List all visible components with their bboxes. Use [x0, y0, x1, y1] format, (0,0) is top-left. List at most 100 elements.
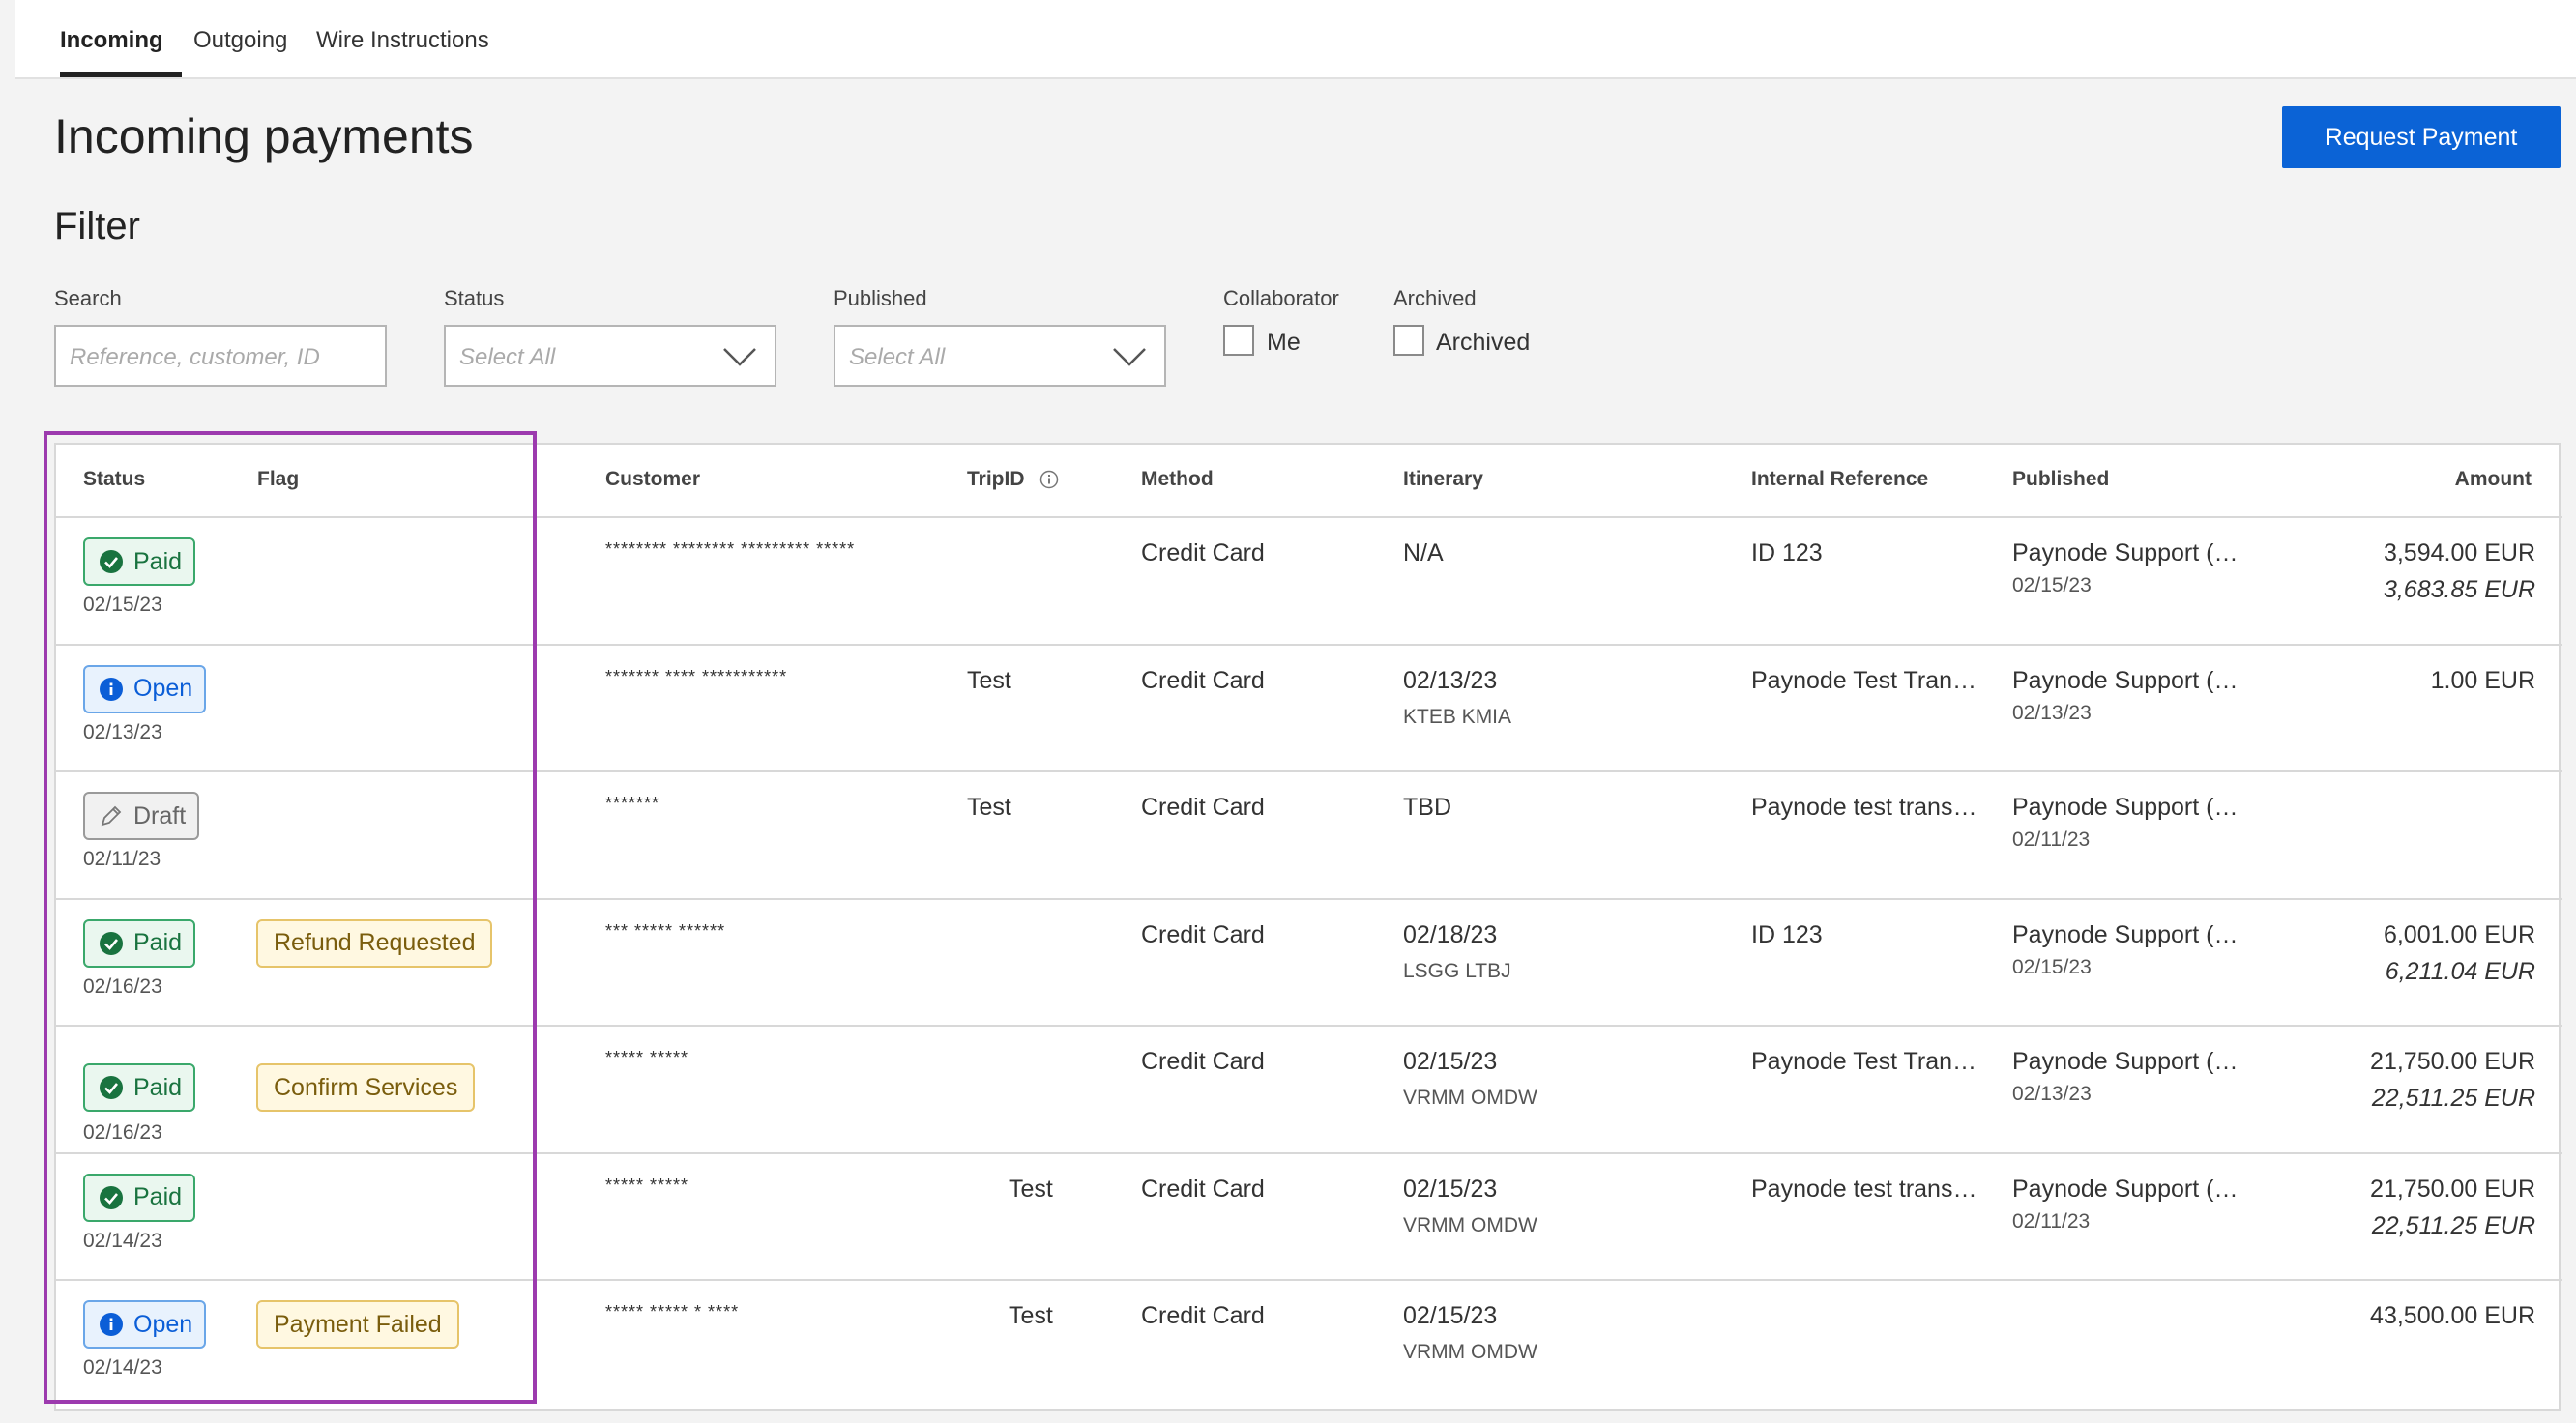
method-cell: Credit Card [1141, 1048, 1265, 1075]
tripid-cell: Test [1009, 1175, 1053, 1203]
amount-converted: 22,511.25 EUR [2371, 1211, 2535, 1239]
itinerary-cell: TBD [1403, 794, 1451, 821]
status-select[interactable]: Select All [444, 325, 776, 387]
chevron-down-icon [723, 348, 756, 366]
status-select-value: Select All [459, 344, 556, 370]
amount-converted: 6,211.04 EUR [2385, 957, 2535, 985]
method-cell: Credit Card [1141, 920, 1265, 948]
status-badge-label: Open [133, 675, 193, 702]
table-row[interactable]: Open 02/14/23 Payment Failed ***** ***** * … [56, 1281, 2562, 1407]
search-placeholder: Reference, customer, ID [70, 344, 320, 370]
itinerary-route: LSGG LTBJ [1403, 959, 1511, 982]
method-cell: Credit Card [1141, 666, 1265, 694]
page-title: Incoming payments [54, 109, 474, 163]
search-input[interactable]: Reference, customer, ID [54, 325, 387, 387]
header-status[interactable]: Status [83, 468, 145, 491]
customer-cell: ******* **** *********** [605, 666, 788, 686]
collaborator-me-checkbox[interactable] [1223, 325, 1254, 356]
amount-cell: 3,594.00 EUR [2383, 539, 2535, 566]
table-row[interactable]: Paid 02/14/23 ***** ***** Test Credit Card 02… [56, 1154, 2562, 1281]
status-badge: Paid [83, 537, 196, 586]
header-itinerary[interactable]: Itinerary [1403, 468, 1483, 491]
published-filter-label: Published [834, 286, 927, 310]
status-date: 02/15/23 [83, 594, 162, 616]
method-cell: Credit Card [1141, 1302, 1265, 1329]
published-cell: Paynode Support (… [2012, 666, 2239, 694]
header-method[interactable]: Method [1141, 468, 1214, 491]
method-cell: Credit Card [1141, 539, 1265, 566]
flag-badge: Refund Requested [256, 918, 493, 968]
header-customer[interactable]: Customer [605, 468, 700, 491]
archived-checkbox-label: Archived [1436, 329, 1531, 356]
published-date: 02/15/23 [2012, 574, 2092, 596]
amount-cell: 21,750.00 EUR [2370, 1175, 2535, 1203]
tab-incoming[interactable]: Incoming [60, 27, 163, 54]
table-row[interactable]: Draft 02/11/23 ******* Test Credit Card TBD Pa… [56, 772, 2562, 900]
customer-cell: ***** ***** * **** [605, 1302, 740, 1321]
customer-cell: *** ***** ****** [605, 920, 726, 941]
internal-reference-cell: ID 123 [1751, 539, 1823, 566]
published-cell: Paynode Support (… [2012, 539, 2239, 566]
archived-checkbox[interactable] [1393, 325, 1424, 356]
status-badge: Paid [83, 1173, 196, 1222]
amount-cell: 21,750.00 EUR [2370, 1048, 2535, 1075]
status-badge: Paid [83, 1063, 196, 1112]
check-circle-icon [100, 550, 123, 573]
published-cell: Paynode Support (… [2012, 1048, 2239, 1075]
header-amount[interactable]: Amount [2455, 468, 2532, 491]
header-published[interactable]: Published [2012, 468, 2109, 491]
customer-cell: ******* [605, 794, 660, 813]
table-row[interactable]: Paid 02/16/23 Confirm Services ***** ***** C… [56, 1027, 2562, 1154]
status-badge-label: Paid [133, 1183, 183, 1210]
status-date: 02/13/23 [83, 720, 162, 743]
tripid-cell: Test [1009, 1302, 1053, 1329]
info-circle-icon [100, 1313, 123, 1336]
itinerary-cell: N/A [1403, 539, 1444, 566]
header-tripid[interactable]: TripID [967, 468, 1025, 491]
amount-converted: 22,511.25 EUR [2371, 1085, 2535, 1112]
table-row[interactable]: Open 02/13/23 ******* **** *********** Test… [56, 646, 2562, 772]
amount-cell: 6,001.00 EUR [2383, 920, 2535, 948]
tab-outgoing[interactable]: Outgoing [193, 27, 287, 54]
published-date: 02/11/23 [2012, 828, 2091, 851]
table-row[interactable]: Paid 02/15/23 ******** ******** ********* … [56, 518, 2562, 646]
check-circle-icon [100, 931, 123, 955]
table-row[interactable]: Paid 02/16/23 Refund Requested *** ***** **… [56, 900, 2562, 1027]
internal-reference-cell: ID 123 [1751, 920, 1823, 948]
itinerary-route: VRMM OMDW [1403, 1087, 1537, 1109]
check-circle-icon [100, 1185, 123, 1209]
tab-wire-instructions[interactable]: Wire Instructions [316, 27, 489, 54]
archived-label: Archived [1393, 286, 1477, 310]
info-circle-icon [100, 677, 123, 701]
status-badge: Draft [83, 792, 200, 840]
flag-badge: Payment Failed [256, 1300, 459, 1349]
status-date: 02/16/23 [83, 974, 162, 998]
tripid-cell: Test [967, 794, 1011, 821]
header-internal-reference[interactable]: Internal Reference [1751, 468, 1928, 491]
payments-table: Status Flag Customer TripID Method Itine… [54, 443, 2562, 1411]
status-badge: Open [83, 1300, 207, 1349]
amount-converted: 3,683.85 EUR [2383, 576, 2535, 603]
status-date: 02/14/23 [83, 1229, 162, 1252]
search-label: Search [54, 286, 122, 310]
tab-bar: Incoming Outgoing Wire Instructions [15, 0, 2576, 79]
method-cell: Credit Card [1141, 1175, 1265, 1203]
published-cell: Paynode Support (… [2012, 920, 2239, 948]
amount-cell: 43,500.00 EUR [2370, 1302, 2535, 1329]
published-date: 02/15/23 [2012, 955, 2092, 978]
customer-cell: ******** ******** ********* ***** [605, 539, 856, 559]
flag-badge: Confirm Services [256, 1063, 476, 1112]
header-flag[interactable]: Flag [257, 468, 299, 491]
info-icon[interactable] [1039, 470, 1059, 489]
status-date: 02/14/23 [83, 1356, 162, 1379]
customer-cell: ***** ***** [605, 1175, 689, 1195]
status-badge-label: Paid [133, 547, 183, 575]
status-date: 02/11/23 [83, 848, 161, 870]
published-select-value: Select All [849, 344, 946, 370]
filter-title: Filter [54, 205, 140, 247]
internal-reference-cell: Paynode Test Tran… [1751, 1048, 1977, 1075]
published-select[interactable]: Select All [834, 325, 1166, 387]
tripid-cell: Test [967, 666, 1011, 694]
request-payment-button[interactable]: Request Payment [2282, 106, 2561, 168]
itinerary-cell: 02/18/23 [1403, 920, 1498, 948]
